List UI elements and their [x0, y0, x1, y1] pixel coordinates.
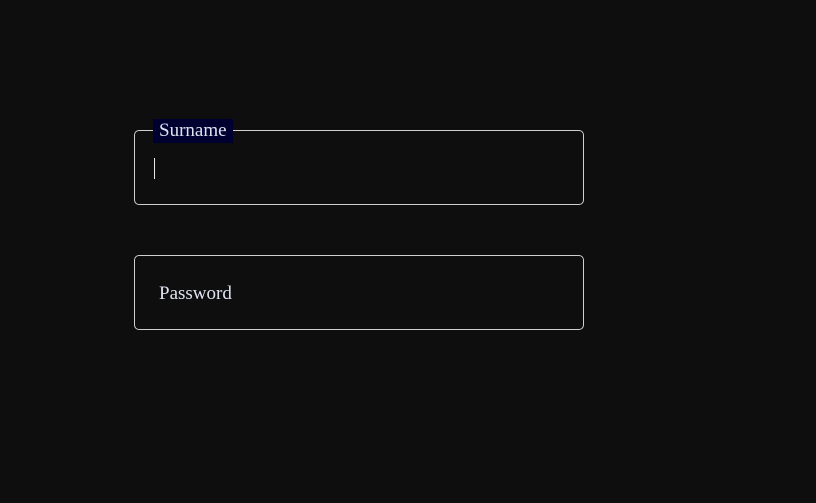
surname-label: Surname: [153, 119, 233, 143]
text-cursor: [154, 158, 155, 179]
password-label: Password: [159, 283, 232, 304]
surname-field[interactable]: Surname: [134, 119, 584, 205]
password-field[interactable]: Password: [134, 255, 584, 330]
